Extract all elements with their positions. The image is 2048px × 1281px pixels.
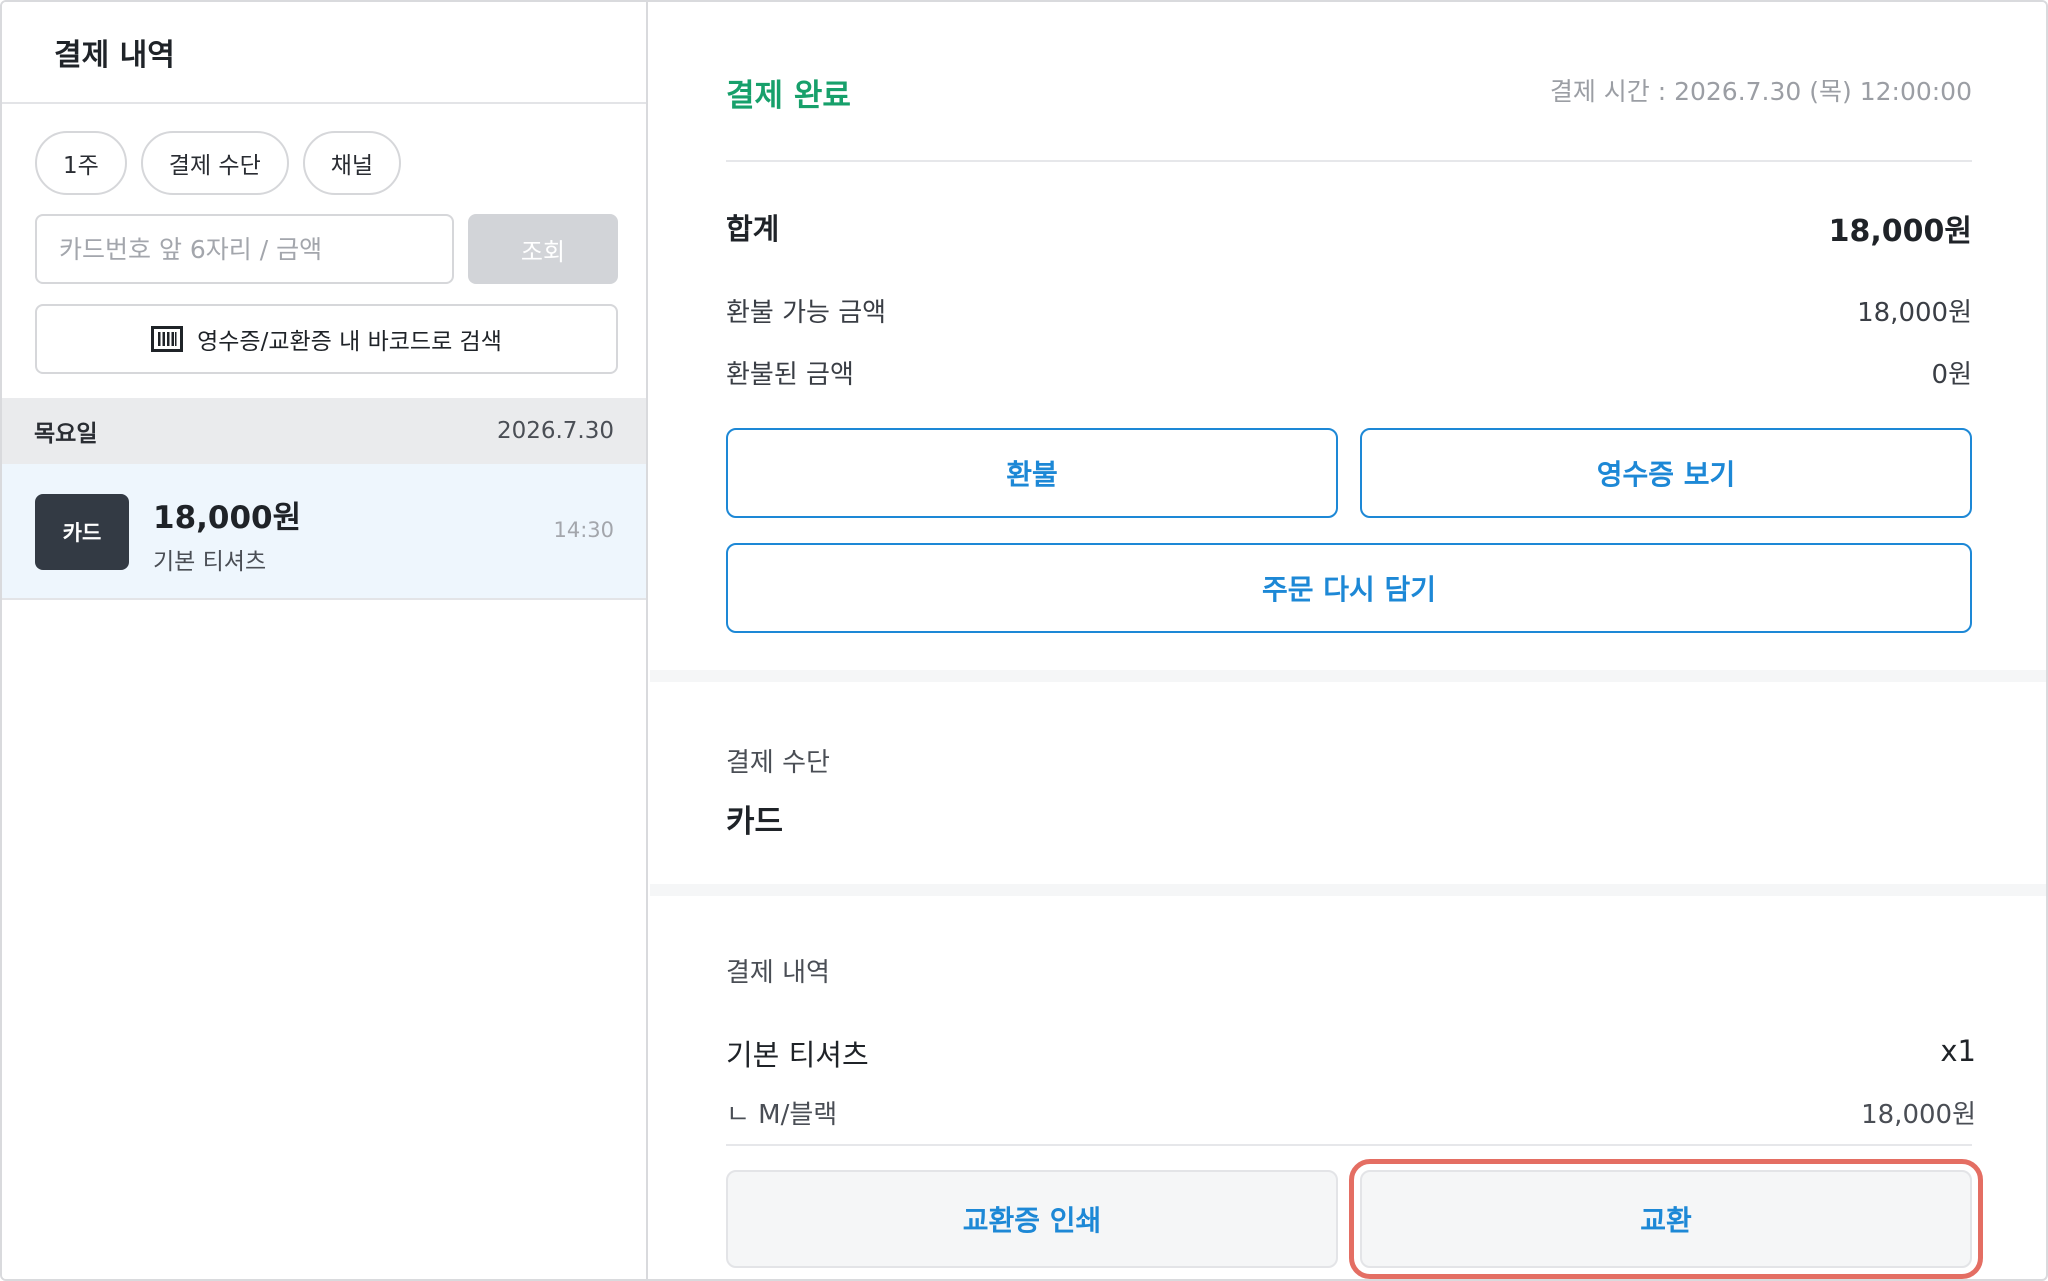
history-label: 결제 내역 [726,958,830,988]
barcode-search-label: 영수증/교환증 내 바코드로 검색 [197,329,502,355]
divider [726,1144,1972,1146]
reorder-button[interactable]: 주문 다시 담기 [726,543,1972,633]
panel-header: 결제 내역 [2,2,646,104]
item-quantity: x1 [1940,1034,1976,1068]
payment-timestamp: 결제 시간 : 2026.7.30 (목) 12:00:00 [1549,77,1972,106]
search-row: 조회 [35,214,618,284]
payment-list-item[interactable]: 카드 18,000원 기본 티셔츠 14:30 [2,464,646,600]
search-input[interactable] [35,214,454,284]
panel-title: 결제 내역 [54,38,175,73]
payment-time: 14:30 [553,518,614,542]
payment-method-value: 카드 [726,804,784,840]
print-exchange-button[interactable]: 교환증 인쇄 [726,1170,1338,1268]
refund-button[interactable]: 환불 [726,428,1338,518]
day-date: 2026.7.30 [496,418,614,444]
section-separator [650,670,2046,682]
item-price: 18,000원 [1861,1100,1976,1130]
app-window: 결제 내역 1주 결제 수단 채널 조회 영수증/교환증 내 바코드로 검색 목… [0,0,2048,1281]
total-value: 18,000원 [1828,214,1972,249]
barcode-search-button[interactable]: 영수증/교환증 내 바코드로 검색 [35,304,618,374]
payment-item-name: 기본 티셔츠 [153,549,267,575]
payment-history-panel: 결제 내역 1주 결제 수단 채널 조회 영수증/교환증 내 바코드로 검색 목… [2,2,648,1279]
search-button[interactable]: 조회 [468,214,618,284]
day-name: 목요일 [34,421,98,447]
item-name: 기본 티셔츠 [726,1038,869,1072]
view-receipt-button[interactable]: 영수증 보기 [1360,428,1972,518]
barcode-icon [151,326,184,352]
payment-amount: 18,000원 [153,500,302,536]
divider [726,160,1972,162]
filter-chips: 1주 결제 수단 채널 [35,131,402,195]
item-option: ㄴ M/블랙 [726,1100,838,1130]
refundable-value: 18,000원 [1857,298,1972,328]
refunded-value: 0원 [1931,360,1972,390]
payment-status: 결제 완료 [726,78,851,114]
refundable-label: 환불 가능 금액 [726,298,887,328]
filter-chip-period[interactable]: 1주 [35,131,127,195]
payment-method-section [650,682,2046,894]
filter-chip-channel[interactable]: 채널 [302,131,402,195]
day-group-header: 목요일 2026.7.30 [2,398,646,464]
payment-method-label: 결제 수단 [726,748,830,778]
section-separator [650,884,2046,896]
total-label: 합계 [726,212,780,246]
payment-method-badge: 카드 [35,494,129,570]
refunded-label: 환불된 금액 [726,360,854,390]
payment-detail-panel: 결제 완료 결제 시간 : 2026.7.30 (목) 12:00:00 합계 … [650,2,2046,1279]
filter-chip-payment-method[interactable]: 결제 수단 [140,131,289,195]
summary-section: 결제 완료 결제 시간 : 2026.7.30 (목) 12:00:00 합계 … [650,2,2046,670]
exchange-button[interactable]: 교환 [1349,1159,1983,1279]
